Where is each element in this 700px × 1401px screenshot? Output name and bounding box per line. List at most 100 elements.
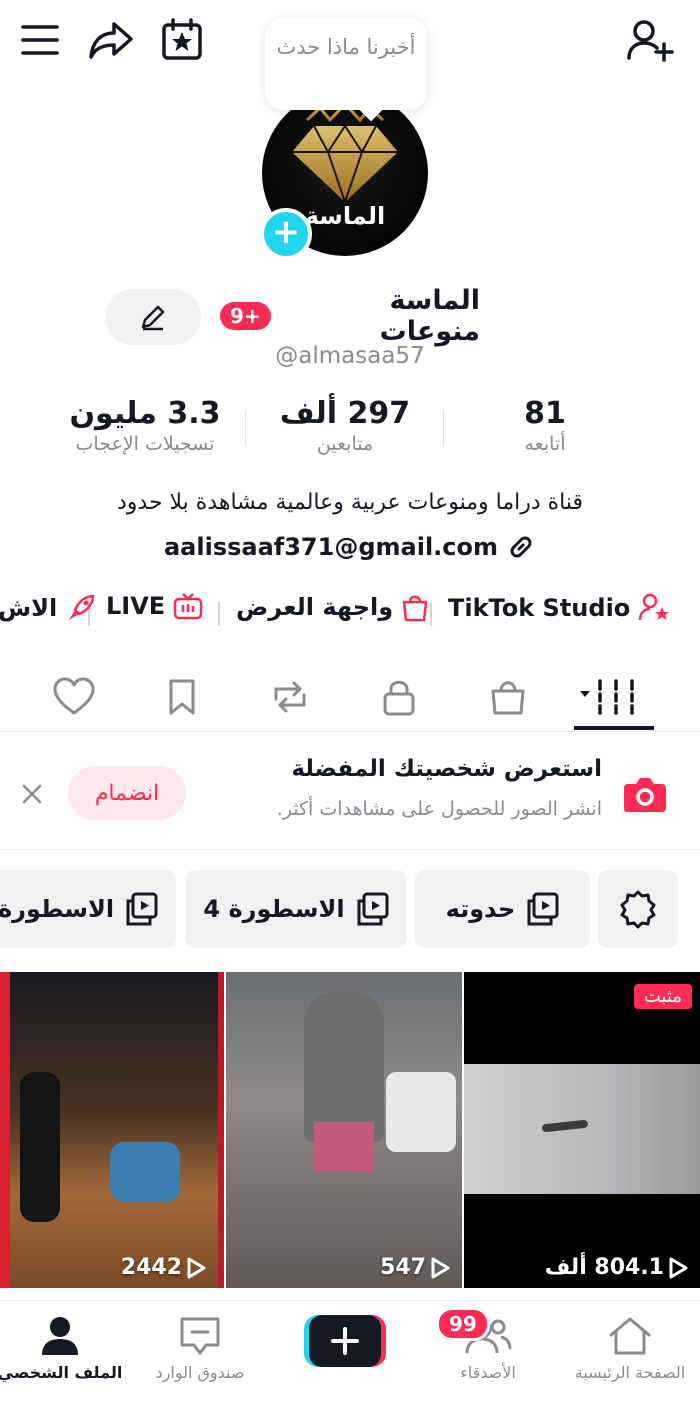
display-name: الماسة منوعات — [379, 285, 480, 347]
play-icon — [668, 1257, 688, 1279]
nav-friends-label: الأصدقاء — [460, 1363, 516, 1382]
settings-gear-icon — [618, 889, 658, 929]
shortcut-live[interactable]: LIVE — [106, 592, 203, 620]
shortcut-tiktok-studio[interactable]: TikTok Studio — [448, 592, 672, 624]
shortcut-label: LIVE — [106, 592, 166, 620]
tab-videos[interactable] — [578, 672, 638, 722]
tab-reposts[interactable] — [260, 672, 320, 722]
tab-liked[interactable] — [44, 672, 104, 722]
view-count: 2442 — [121, 1255, 206, 1280]
shortcut-label: TikTok Studio — [448, 594, 631, 622]
bookmark-icon — [162, 677, 202, 717]
thumbnail-image — [304, 992, 384, 1142]
video-thumbnail[interactable]: مثبت 804.1 ألف — [464, 972, 700, 1288]
videos-grid-icon — [578, 677, 638, 717]
profile-person-icon — [40, 1315, 80, 1357]
creator-star-icon — [638, 592, 672, 624]
likes-label: تسجيلات الإعجاب — [75, 433, 215, 455]
promo-subtitle: انشر الصور للحصول على مشاهدات أكثر. — [276, 798, 602, 820]
thumbnail-detail — [110, 1142, 180, 1202]
shortcut-promote[interactable]: الاش — [0, 592, 97, 624]
shortcut-label: الاش — [0, 594, 58, 622]
liked-heart-icon — [52, 677, 96, 717]
active-tab-indicator — [574, 726, 654, 730]
nav-home-label: الصفحة الرئيسية — [574, 1363, 686, 1382]
likes-count: 3.3 مليون — [69, 396, 221, 431]
nav-profile-label: الملف الشخصي — [0, 1363, 123, 1382]
friends-badge: 99 — [436, 1307, 490, 1341]
promote-icon — [65, 592, 97, 624]
playlist-settings-button[interactable] — [598, 870, 678, 948]
nav-home[interactable]: الصفحة الرئيسية — [560, 1315, 700, 1382]
followers-label: متابعين — [316, 433, 374, 455]
notification-badge[interactable]: 9+ — [220, 302, 271, 330]
video-grid: مثبت 804.1 ألف 547 2442 — [0, 972, 700, 1290]
close-icon[interactable] — [20, 782, 44, 806]
inbox-message-icon — [178, 1315, 222, 1357]
tab-saved[interactable] — [152, 672, 212, 722]
stat-divider — [245, 410, 246, 446]
playlist-label: الاسطورة — [0, 895, 115, 923]
playlist-chip[interactable]: حدوته — [415, 870, 590, 948]
playlist-label: الاسطورة 4 — [203, 895, 345, 923]
profile-link[interactable]: aalissaaf371@gmail.com — [0, 532, 700, 562]
view-count-text: 804.1 ألف — [544, 1255, 664, 1280]
menu-icon[interactable] — [20, 22, 60, 58]
promo-banner: استعرض شخصيتك المفضلة انشر الصور للحصول … — [0, 740, 700, 850]
home-icon — [607, 1315, 653, 1357]
shortcut-showcase[interactable]: واجهة العرض — [236, 592, 429, 622]
shortcut-divider — [430, 602, 432, 626]
share-icon[interactable] — [88, 20, 134, 60]
following-count: 81 — [524, 396, 566, 431]
stat-divider — [443, 410, 444, 446]
followers-count: 297 ألف — [279, 396, 411, 431]
username-handle: @almasaa57 — [275, 343, 425, 369]
playlist-icon — [355, 892, 389, 926]
profile-bio: قناة دراما ومنوعات عربية وعالمية مشاهدة … — [116, 490, 584, 515]
tab-shop[interactable] — [478, 672, 538, 722]
edit-profile-button[interactable] — [105, 289, 201, 345]
view-count-text: 547 — [380, 1255, 426, 1280]
shortcut-label: واجهة العرض — [236, 593, 394, 621]
playlist-chip[interactable]: الاسطورة 4 — [185, 870, 407, 948]
followers-stat[interactable]: 297 ألف متابعين — [250, 396, 440, 455]
feedback-tooltip[interactable]: أخبرنا ماذا حدث — [265, 18, 427, 110]
add-story-button[interactable]: + — [260, 208, 312, 260]
playlist-chips: حدوته الاسطورة 4 الاسطورة — [0, 870, 700, 950]
profile-name-row: الماسة منوعات 9+ — [220, 285, 480, 347]
thumbnail-image — [464, 1064, 700, 1194]
nav-profile[interactable]: الملف الشخصي — [0, 1315, 130, 1382]
view-count: 804.1 ألف — [545, 1255, 688, 1280]
promo-title: استعرض شخصيتك المفضلة — [291, 756, 602, 782]
play-icon — [186, 1257, 206, 1279]
private-lock-icon — [379, 677, 419, 717]
view-count: 547 — [380, 1255, 450, 1280]
bottom-navigation: الصفحة الرئيسية الأصدقاء 99 صندوق الوارد… — [0, 1300, 700, 1401]
shopping-bag-icon — [401, 592, 429, 622]
following-label: أتابعه — [524, 433, 566, 455]
video-thumbnail[interactable]: 2442 — [0, 972, 224, 1288]
view-count-text: 2442 — [120, 1255, 182, 1280]
create-button[interactable] — [304, 1313, 386, 1369]
add-friend-icon[interactable] — [626, 18, 674, 62]
calendar-star-icon[interactable] — [160, 18, 204, 62]
nav-inbox[interactable]: صندوق الوارد — [130, 1315, 270, 1382]
playlist-label: حدوته — [445, 895, 516, 923]
thumbnail-detail — [314, 1122, 374, 1172]
shortcut-divider — [218, 602, 220, 626]
play-icon — [430, 1257, 450, 1279]
create-plus-icon — [304, 1315, 386, 1367]
pencil-icon — [139, 303, 167, 331]
nav-inbox-label: صندوق الوارد — [155, 1363, 245, 1382]
playlist-icon — [525, 892, 559, 926]
likes-stat[interactable]: 3.3 مليون تسجيلات الإعجاب — [50, 396, 240, 455]
tab-private[interactable] — [369, 672, 429, 722]
pinned-badge: مثبت — [633, 984, 692, 1009]
video-thumbnail[interactable]: 547 — [226, 972, 462, 1288]
playlist-icon — [124, 892, 158, 926]
following-stat[interactable]: 81 أتابعه — [450, 396, 640, 455]
content-tabs — [0, 662, 700, 732]
join-button[interactable]: انضمام — [68, 766, 186, 820]
playlist-chip[interactable]: الاسطورة — [0, 870, 176, 948]
thumbnail-image — [20, 1072, 60, 1222]
